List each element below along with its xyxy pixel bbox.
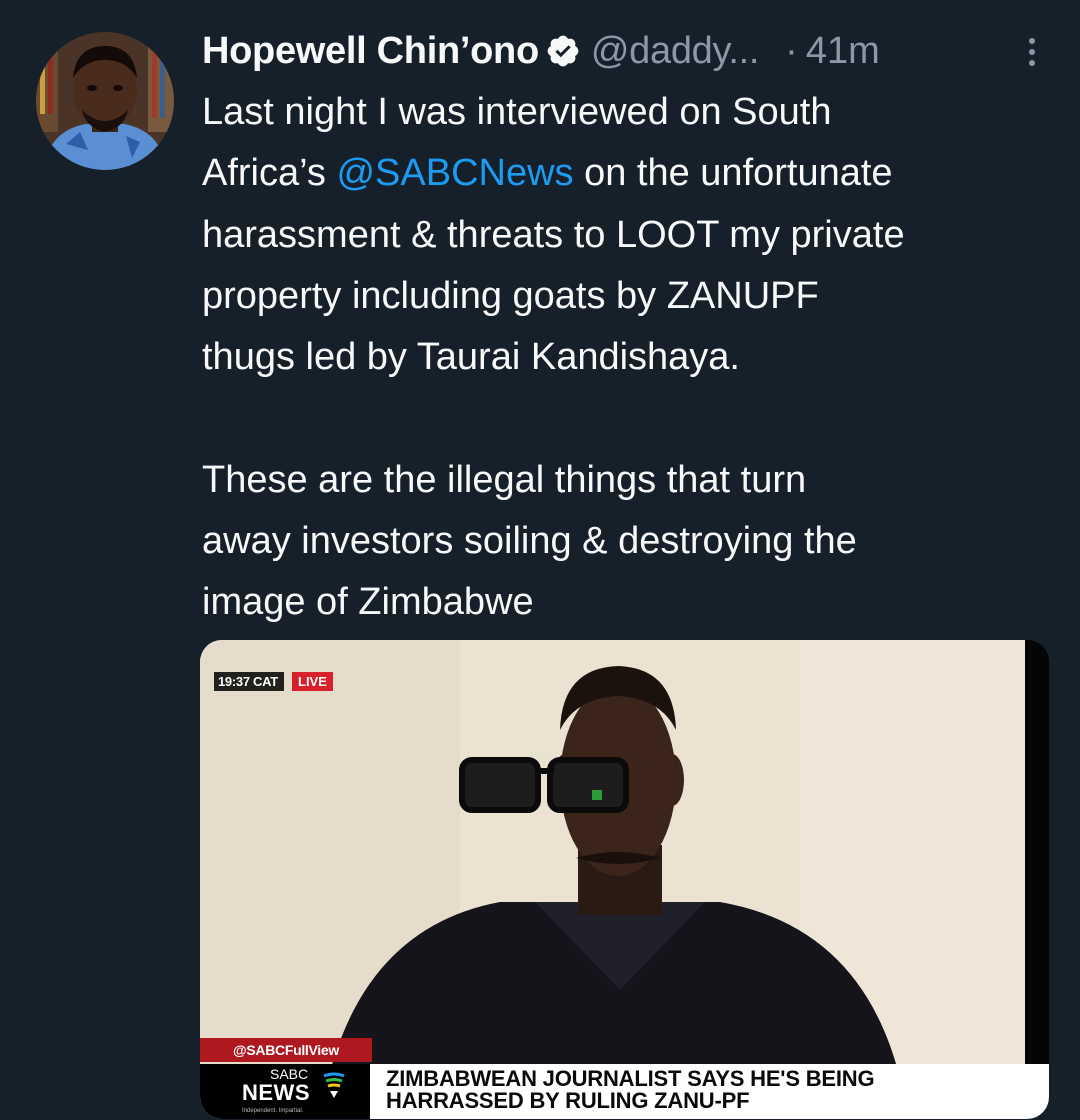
mention-link[interactable]: @SABCNews (336, 152, 573, 194)
author-handle[interactable]: @daddy... (591, 30, 760, 73)
tweet-text-line: Last night I was interviewed on South (202, 91, 832, 133)
tweet-text: Last night I was interviewed on South Af… (202, 82, 1062, 634)
logo-tagline: Independent. Impartial. (242, 1108, 304, 1114)
tweet-timestamp[interactable]: 41m (806, 30, 880, 73)
author-name[interactable]: Hopewell Chin’ono (202, 30, 539, 73)
news-headline: ZIMBABWEAN JOURNALIST SAYS HE'S BEING HA… (370, 1064, 1049, 1119)
more-options-icon[interactable] (1026, 32, 1038, 72)
tweet-text-line: property including goats by ZANUPF (202, 274, 819, 317)
tweet-text-line: Africa’s (202, 152, 337, 195)
tweet-text-line: harassment & threats to LOOT my private (202, 213, 905, 256)
tweet-video[interactable]: 19:37 CAT LIVE @SABCFullView SABC NEWS I… (200, 640, 1049, 1119)
sabc-news-logo: SABC NEWS Independent. Impartial. (200, 1064, 370, 1119)
signal-icon (323, 1072, 345, 1098)
tweet-text-line: thugs led by Taurai Kandishaya. (202, 336, 740, 379)
avatar-image (36, 32, 174, 170)
headline-line-1: ZIMBABWEAN JOURNALIST SAYS HE'S BEING (386, 1066, 875, 1091)
tweet-header: Hopewell Chin’ono @daddy... · 41m (202, 26, 1052, 76)
live-badge: LIVE (292, 672, 333, 691)
author-avatar[interactable] (36, 32, 174, 170)
tweet-text-line: on the unfortunate (573, 152, 893, 195)
headline-line-2: HARRASSED BY RULING ZANU-PF (386, 1088, 750, 1113)
channel-handle-bar: @SABCFullView (200, 1038, 372, 1062)
tweet-text-line: away investors soiling & destroying the (202, 520, 857, 563)
broadcast-timestamp: 19:37 CAT (214, 672, 284, 691)
tweet-text-line: These are the illegal things that turn (202, 458, 807, 501)
tweet-text-line: image of Zimbabwe (202, 581, 534, 624)
separator-dot: · (785, 29, 798, 72)
logo-news-text: NEWS (242, 1080, 310, 1105)
verified-badge-icon (545, 33, 581, 69)
